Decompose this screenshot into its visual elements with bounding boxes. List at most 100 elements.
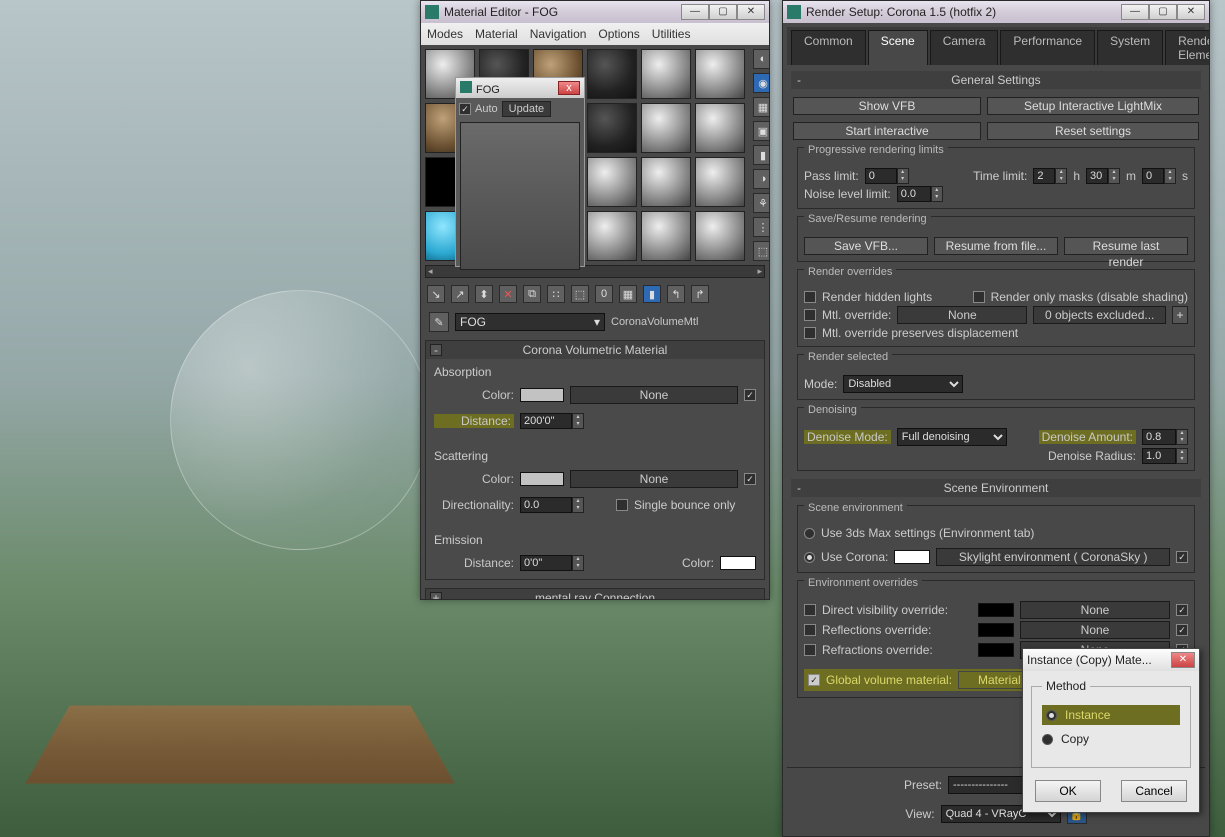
refractions-swatch[interactable] [978,643,1014,657]
noise-limit-spinner[interactable]: ▴▾ [897,186,943,202]
make-unique-icon[interactable]: ∷ [547,285,565,303]
assign-icon[interactable]: ⬍ [475,285,493,303]
tab-camera[interactable]: Camera [930,30,999,65]
video-check-icon[interactable]: ▮ [753,145,769,165]
resume-file-button[interactable]: Resume from file... [934,237,1058,255]
add-excluded-button[interactable]: + [1172,306,1188,324]
tab-system[interactable]: System [1097,30,1163,65]
use-corona-radio[interactable] [804,552,815,563]
select-by-mat-icon[interactable]: ⋮ [753,217,769,237]
reflections-swatch[interactable] [978,623,1014,637]
reflections-enable[interactable] [1176,624,1188,636]
use-3dsmax-radio[interactable] [804,528,815,539]
directionality-spinner[interactable]: ▴▾ [520,497,584,513]
denoise-amount-spinner[interactable]: ▴▾ [1142,429,1188,445]
close-button[interactable]: ✕ [737,4,765,20]
time-h-spinner[interactable]: ▴▾ [1033,168,1067,184]
material-preview-popup[interactable]: FOGx Auto Update [455,77,585,267]
mode-dropdown[interactable]: Disabled [843,375,963,393]
refractions-checkbox[interactable] [804,644,816,656]
put-to-lib-icon[interactable]: ⬚ [571,285,589,303]
single-bounce-checkbox[interactable] [616,499,628,511]
absorption-color-swatch[interactable] [520,388,564,402]
denoise-radius-spinner[interactable]: ▴▾ [1142,448,1188,464]
scattering-map-enable[interactable] [744,473,756,485]
rollout-toggle[interactable]: - [430,344,442,356]
skylight-button[interactable]: Skylight environment ( CoronaSky ) [936,548,1170,566]
backlight-icon[interactable]: ◉ [753,73,769,93]
mat-map-icon[interactable]: ⬚ [753,241,769,261]
dialog-titlebar[interactable]: Instance (Copy) Mate... ✕ [1023,649,1199,671]
setup-lightmix-button[interactable]: Setup Interactive LightMix [987,97,1199,115]
material-type[interactable]: CoronaVolumeMtl [611,316,698,328]
menu-utilities[interactable]: Utilities [652,27,691,41]
menu-material[interactable]: Material [475,27,518,41]
emission-color-swatch[interactable] [720,556,756,570]
minimize-button[interactable]: — [1121,4,1149,20]
reflections-map[interactable]: None [1020,621,1170,639]
scattering-map-button[interactable]: None [570,470,738,488]
skylight-enable[interactable] [1176,551,1188,563]
start-interactive-button[interactable]: Start interactive [793,122,981,140]
instance-radio[interactable] [1046,710,1057,721]
resume-last-button[interactable]: Resume last render [1064,237,1188,255]
global-volume-checkbox[interactable] [808,674,820,686]
reflections-checkbox[interactable] [804,624,816,636]
tab-performance[interactable]: Performance [1000,30,1095,65]
distance-spinner[interactable]: ▴▾ [520,413,584,429]
uv-tile-icon[interactable]: ▣ [753,121,769,141]
excluded-button[interactable]: 0 objects excluded... [1033,306,1166,324]
maximize-button[interactable]: ▢ [1149,4,1177,20]
update-button[interactable]: Update [502,101,551,117]
denoise-mode-dropdown[interactable]: Full denoising [897,428,1007,446]
time-m-spinner[interactable]: ▴▾ [1086,168,1120,184]
minimize-button[interactable]: — [681,4,709,20]
material-id-icon[interactable]: 0 [595,285,613,303]
mtl-override-button[interactable]: None [897,306,1027,324]
reset-settings-button[interactable]: Reset settings [987,122,1199,140]
cancel-button[interactable]: Cancel [1121,780,1187,802]
tab-render-elements[interactable]: Render Elements [1165,30,1209,65]
show-end-result-icon[interactable]: ▮ [643,285,661,303]
menu-options[interactable]: Options [598,27,639,41]
only-masks-checkbox[interactable] [973,291,985,303]
absorption-map-button[interactable]: None [570,386,738,404]
copy-radio[interactable] [1042,734,1053,745]
material-editor-titlebar[interactable]: Material Editor - FOG — ▢ ✕ [421,1,769,23]
preview-icon[interactable]: ◑ [753,169,769,189]
show-vfb-button[interactable]: Show VFB [793,97,981,115]
emission-distance-spinner[interactable]: ▴▾ [520,555,584,571]
reset-icon[interactable]: ✕ [499,285,517,303]
tab-scene[interactable]: Scene [868,30,928,65]
direct-vis-enable[interactable] [1176,604,1188,616]
time-s-spinner[interactable]: ▴▾ [1142,168,1176,184]
preview-close-icon[interactable]: x [558,81,580,95]
auto-checkbox[interactable] [459,103,471,115]
show-map-icon[interactable]: ▦ [619,285,637,303]
absorption-map-enable[interactable] [744,389,756,401]
save-vfb-button[interactable]: Save VFB... [804,237,928,255]
hidden-lights-checkbox[interactable] [804,291,816,303]
direct-vis-checkbox[interactable] [804,604,816,616]
menu-modes[interactable]: Modes [427,27,463,41]
dialog-close-button[interactable]: ✕ [1171,652,1195,668]
env-color-swatch[interactable] [894,550,930,564]
preserve-disp-checkbox[interactable] [804,327,816,339]
make-copy-icon[interactable]: ⧉ [523,285,541,303]
background-icon[interactable]: ▦ [753,97,769,117]
menu-navigation[interactable]: Navigation [530,27,587,41]
close-button[interactable]: ✕ [1177,4,1205,20]
go-sibling-icon[interactable]: ↱ [691,285,709,303]
sample-type-icon[interactable]: ◐ [753,49,769,69]
ok-button[interactable]: OK [1035,780,1101,802]
rollout-toggle[interactable]: + [430,592,442,599]
direct-vis-map[interactable]: None [1020,601,1170,619]
options-icon[interactable]: ⚘ [753,193,769,213]
direct-vis-swatch[interactable] [978,603,1014,617]
mtl-override-checkbox[interactable] [804,309,816,321]
tab-common[interactable]: Common [791,30,866,65]
render-setup-titlebar[interactable]: Render Setup: Corona 1.5 (hotfix 2) — ▢ … [783,1,1209,23]
get-material-icon[interactable]: ↘ [427,285,445,303]
material-name-dropdown[interactable]: FOG▾ [455,313,605,331]
maximize-button[interactable]: ▢ [709,4,737,20]
